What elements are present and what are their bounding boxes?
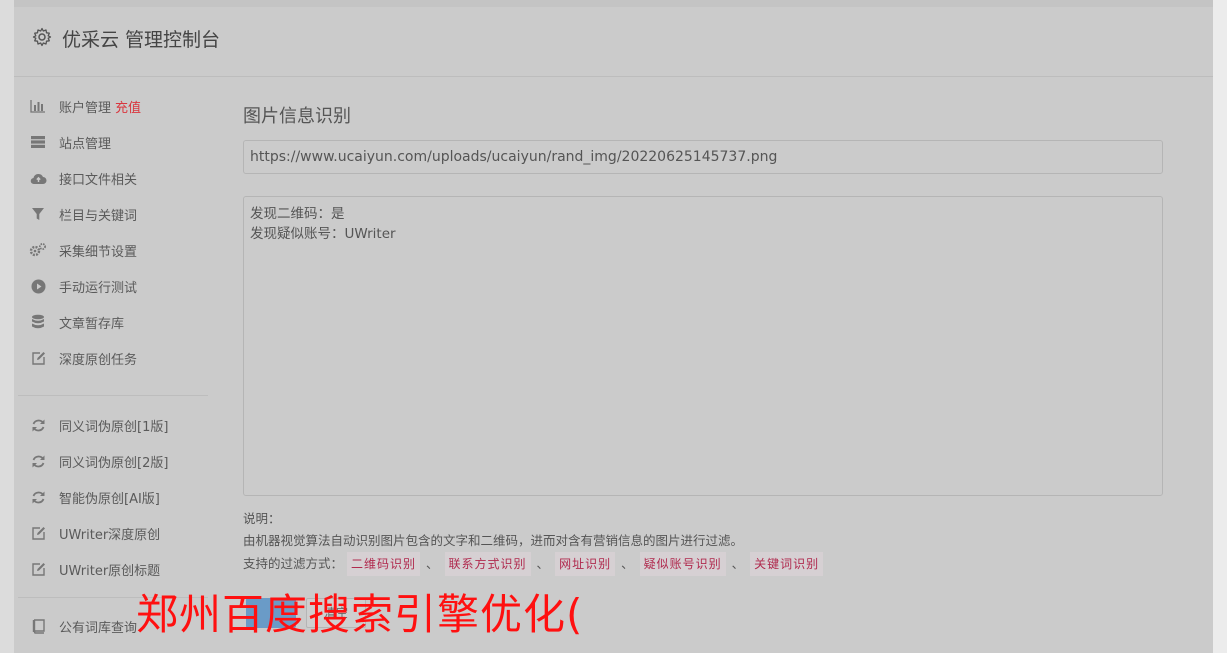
database-icon bbox=[29, 313, 47, 331]
sidebar-item-uwriter-deep[interactable]: UWriter深度原创 bbox=[18, 521, 208, 545]
edit-icon bbox=[29, 560, 47, 578]
sidebar-item-deep-original-tasks[interactable]: 深度原创任务 bbox=[18, 346, 208, 370]
top-edge bbox=[14, 0, 1213, 7]
gears-icon bbox=[29, 241, 47, 259]
sidebar-item-label: 智能伪原创[AI版] bbox=[59, 491, 160, 507]
filter-tag-contact: 联系方式识别 bbox=[444, 552, 531, 576]
sidebar-item-synonym-v1[interactable]: 同义词伪原创[1版] bbox=[18, 413, 208, 437]
refresh-icon bbox=[29, 488, 47, 506]
sidebar-item-manual-test[interactable]: 手动运行测试 bbox=[18, 274, 208, 298]
sidebar-item-label: UWriter深度原创 bbox=[59, 527, 161, 543]
console-title: 优采云 管理控制台 bbox=[62, 29, 221, 51]
sidebar-item-label: 公有词库查询 bbox=[59, 620, 138, 636]
recharge-link[interactable]: 充值 bbox=[115, 97, 141, 116]
sidebar-item-label: 栏目与关键词 bbox=[59, 208, 138, 224]
tag-separator: 、 bbox=[536, 556, 550, 571]
server-icon bbox=[29, 133, 47, 151]
tag-separator: 、 bbox=[731, 556, 745, 571]
sidebar-item-uwriter-title[interactable]: UWriter原创标题 bbox=[18, 557, 208, 581]
sidebar-item-label: 接口文件相关 bbox=[59, 172, 138, 188]
page-title: 图片信息识别 bbox=[243, 106, 351, 127]
sidebar-item-sites[interactable]: 站点管理 bbox=[18, 130, 208, 154]
filter-tag-keyword: 关键词识别 bbox=[750, 552, 824, 576]
edit-icon bbox=[29, 524, 47, 542]
sidebar-item-label: UWriter原创标题 bbox=[59, 563, 161, 579]
result-line-account: 发现疑似账号：UWriter bbox=[250, 226, 396, 242]
sidebar-divider bbox=[18, 395, 208, 396]
tag-separator: 、 bbox=[426, 556, 439, 571]
notes-description: 由机器视觉算法自动识别图片包含的文字和二维码，进而对含有营销信息的图片进行过滤。 bbox=[243, 533, 744, 548]
sidebar-item-label: 同义词伪原创[2版] bbox=[59, 455, 169, 471]
cloud-upload-icon bbox=[29, 169, 47, 187]
refresh-icon bbox=[29, 452, 47, 470]
result-line-qrcode: 发现二维码：是 bbox=[250, 206, 345, 222]
sidebar-item-article-store[interactable]: 文章暂存库 bbox=[18, 310, 208, 334]
filter-methods-line: 支持的过滤方式： 二维码识别 、 联系方式识别 、 网址识别 、 疑似账号识别 … bbox=[243, 552, 1163, 576]
sidebar-item-label: 文章暂存库 bbox=[59, 316, 125, 332]
right-edge bbox=[1213, 0, 1227, 653]
book-icon bbox=[29, 617, 47, 635]
console-header: 优采云 管理控制台 bbox=[14, 7, 1213, 77]
edit-icon bbox=[29, 349, 47, 367]
notes-heading: 说明： bbox=[243, 511, 281, 526]
sidebar-item-ai-rewrite[interactable]: 智能伪原创[AI版] bbox=[18, 485, 208, 509]
sidebar-item-label: 采集细节设置 bbox=[59, 244, 138, 260]
sidebar-item-label: 深度原创任务 bbox=[59, 352, 138, 368]
watermark-overlay: 郑州百度搜索引擎优化( bbox=[136, 590, 584, 639]
notes-section: 说明： 由机器视觉算法自动识别图片包含的文字和二维码，进而对含有营销信息的图片进… bbox=[243, 508, 1163, 576]
tag-separator: 、 bbox=[621, 556, 634, 571]
sidebar-item-label: 同义词伪原创[1版] bbox=[59, 419, 169, 435]
image-url-input[interactable]: https://www.ucaiyun.com/uploads/ucaiyun/… bbox=[243, 140, 1163, 174]
filter-tag-qrcode: 二维码识别 bbox=[347, 552, 421, 576]
bar-chart-icon bbox=[29, 97, 47, 115]
refresh-icon bbox=[29, 416, 47, 434]
filter-tag-account: 疑似账号识别 bbox=[639, 552, 726, 576]
filter-methods-label: 支持的过滤方式： bbox=[243, 556, 344, 571]
sidebar-item-account[interactable]: 账户管理 充值 bbox=[18, 94, 208, 118]
play-circle-icon bbox=[29, 277, 47, 295]
left-edge bbox=[0, 0, 14, 653]
recognition-result-textarea[interactable]: 发现二维码：是 发现疑似账号：UWriter bbox=[243, 196, 1163, 496]
filter-tag-url: 网址识别 bbox=[555, 552, 616, 576]
filter-tags: 二维码识别 、 联系方式识别 、 网址识别 、 疑似账号识别 、 关键词识别 bbox=[347, 552, 824, 576]
sidebar-item-collect-settings[interactable]: 采集细节设置 bbox=[18, 238, 208, 262]
gear-icon bbox=[32, 27, 52, 47]
filter-icon bbox=[29, 205, 47, 223]
sidebar-item-interface-files[interactable]: 接口文件相关 bbox=[18, 166, 208, 190]
sidebar-item-columns-keywords[interactable]: 栏目与关键词 bbox=[18, 202, 208, 226]
sidebar-item-label: 账户管理 bbox=[59, 100, 112, 116]
sidebar-item-label: 站点管理 bbox=[59, 136, 112, 152]
sidebar-item-synonym-v2[interactable]: 同义词伪原创[2版] bbox=[18, 449, 208, 473]
sidebar-item-label: 手动运行测试 bbox=[59, 280, 138, 296]
